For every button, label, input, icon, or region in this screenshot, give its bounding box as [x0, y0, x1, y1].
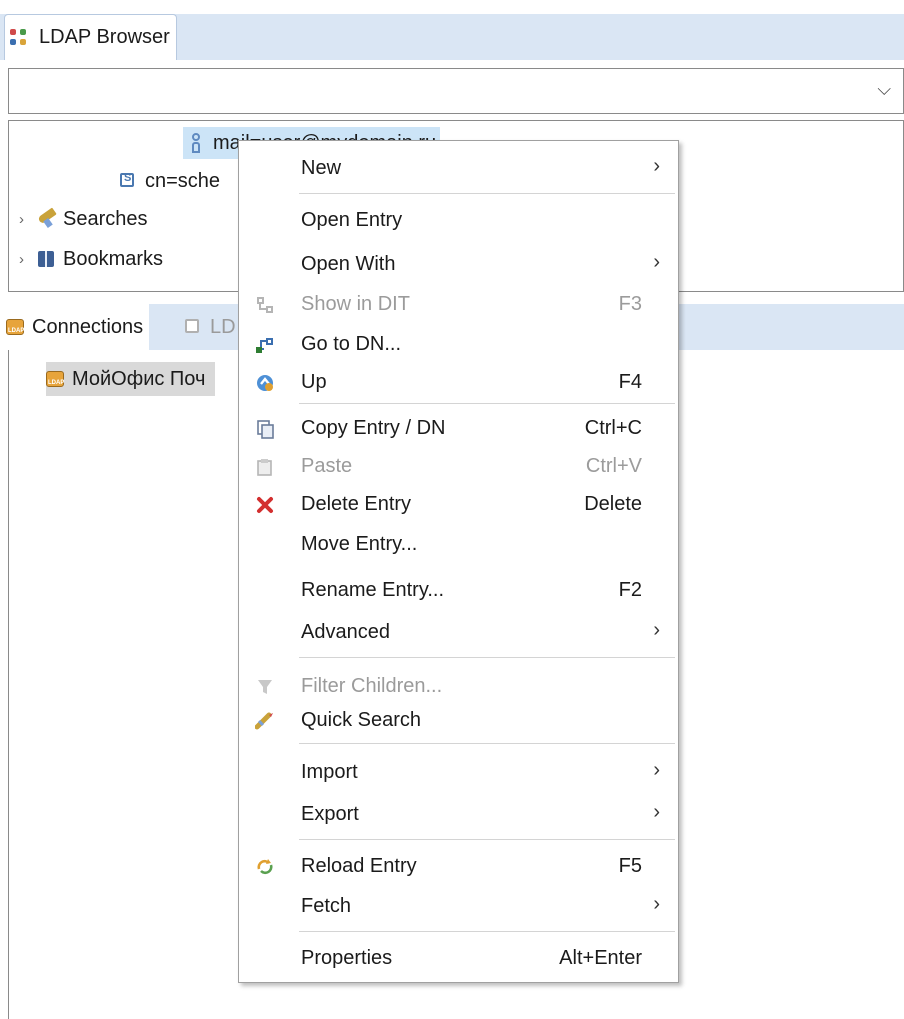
context-menu: New › Open Entry Open With › Show in DIT…	[238, 140, 679, 983]
menu-item-shortcut: Alt+Enter	[559, 947, 642, 969]
menu-item-fetch[interactable]: Fetch ›	[239, 887, 678, 927]
up-icon	[255, 373, 275, 393]
ldap-browser-icon	[9, 28, 29, 48]
menu-item-label: Open Entry	[301, 209, 403, 231]
expand-icon[interactable]: ›	[19, 211, 37, 228]
menu-item-label: Move Entry...	[301, 533, 418, 555]
tab-ldap-browser[interactable]: LDAP Browser	[4, 14, 177, 60]
go-to-dn-icon	[255, 335, 275, 355]
menu-item-show-in-dit[interactable]: Show in DIT F3	[239, 285, 678, 325]
menu-item-properties[interactable]: Properties Alt+Enter	[239, 939, 678, 979]
submenu-arrow-icon: ›	[653, 759, 660, 781]
tree-item-bookmarks-label: Bookmarks	[63, 247, 164, 270]
submenu-arrow-icon: ›	[653, 619, 660, 641]
menu-item-label: Quick Search	[301, 709, 422, 731]
tree-item-searches[interactable]: › Searches	[19, 203, 148, 235]
menu-item-shortcut: Ctrl+C	[584, 417, 642, 439]
menu-item-label: New	[301, 157, 342, 179]
expand-icon[interactable]: ›	[19, 251, 37, 268]
menu-item-reload-entry[interactable]: Reload Entry F5	[239, 847, 678, 887]
menu-item-shortcut: F4	[618, 371, 642, 393]
menu-item-move-entry[interactable]: Move Entry...	[239, 525, 678, 565]
submenu-arrow-icon: ›	[653, 801, 660, 823]
tab-ldap-servers-label: LD	[210, 315, 236, 338]
tab-ldap-servers[interactable]: LD	[178, 304, 242, 350]
tree-item-bookmarks[interactable]: › Bookmarks	[19, 243, 163, 275]
connections-icon	[6, 317, 26, 337]
menu-item-new[interactable]: New ›	[239, 149, 678, 189]
tree-item-searches-label: Searches	[63, 207, 148, 230]
menu-item-label: Go to DN...	[301, 333, 402, 355]
menu-item-paste[interactable]: Paste Ctrl+V	[239, 447, 678, 487]
menu-item-label: Paste	[301, 455, 353, 477]
menu-separator	[299, 931, 675, 932]
menu-item-label: Properties	[301, 947, 393, 969]
menu-item-shortcut: Ctrl+V	[585, 455, 642, 477]
menu-item-open-entry[interactable]: Open Entry	[239, 201, 678, 241]
menu-item-label: Export	[301, 803, 359, 825]
menu-item-label: Advanced	[301, 621, 390, 643]
menu-item-label: Reload Entry	[301, 855, 417, 877]
menu-separator	[299, 743, 675, 744]
menu-item-label: Rename Entry...	[301, 579, 445, 601]
menu-item-label: Show in DIT	[301, 293, 410, 315]
ldap-connection-icon	[46, 369, 66, 389]
menu-item-delete-entry[interactable]: Delete Entry Delete	[239, 485, 678, 525]
quick-search-icon	[255, 711, 275, 731]
ldap-servers-icon	[184, 317, 204, 337]
menu-item-label: Delete Entry	[301, 493, 412, 515]
menu-item-label: Open With	[301, 253, 396, 275]
menu-item-label: Import	[301, 761, 358, 783]
searches-icon	[37, 207, 57, 229]
menu-item-label: Filter Children...	[301, 675, 443, 697]
connection-combo[interactable]: ⌵	[8, 68, 904, 114]
menu-item-go-to-dn[interactable]: Go to DN...	[239, 325, 678, 365]
menu-separator	[299, 839, 675, 840]
menu-item-up[interactable]: Up F4	[239, 363, 678, 403]
menu-item-label: Up	[301, 371, 327, 393]
tree-item-schema-label: cn=sche	[145, 169, 221, 192]
menu-item-shortcut: F3	[618, 293, 642, 315]
schema-icon: S	[119, 171, 139, 191]
menu-item-label: Fetch	[301, 895, 352, 917]
paste-icon	[255, 457, 275, 477]
show-in-dit-icon	[255, 295, 275, 315]
submenu-arrow-icon: ›	[653, 155, 660, 177]
tree-item-schema[interactable]: S cn=sche	[119, 165, 220, 197]
menu-item-shortcut: F5	[618, 855, 642, 877]
bookmarks-icon	[37, 249, 57, 269]
person-icon	[187, 133, 207, 153]
submenu-arrow-icon: ›	[653, 893, 660, 915]
reload-icon	[255, 857, 275, 877]
chevron-down-icon[interactable]: ⌵	[877, 79, 891, 100]
tab-connections-label: Connections	[32, 315, 144, 338]
tab-ldap-browser-label: LDAP Browser	[39, 26, 170, 48]
delete-icon	[255, 495, 275, 515]
menu-item-copy-entry[interactable]: Copy Entry / DN Ctrl+C	[239, 409, 678, 449]
menu-item-import[interactable]: Import ›	[239, 753, 678, 793]
menu-item-quick-search[interactable]: Quick Search	[239, 701, 678, 741]
menu-item-shortcut: F2	[618, 579, 642, 601]
filter-icon	[255, 677, 275, 697]
menu-item-advanced[interactable]: Advanced ›	[239, 613, 678, 653]
menu-separator	[299, 657, 675, 658]
menu-separator	[299, 193, 675, 194]
menu-item-rename-entry[interactable]: Rename Entry... F2	[239, 571, 678, 611]
submenu-arrow-icon: ›	[653, 251, 660, 273]
menu-item-shortcut: Delete	[584, 493, 642, 515]
tab-connections[interactable]: Connections	[0, 304, 150, 350]
menu-separator	[299, 403, 675, 404]
connection-item-label: МойОфис Поч	[72, 367, 206, 390]
menu-item-export[interactable]: Export ›	[239, 795, 678, 835]
connection-item[interactable]: МойОфис Поч	[46, 362, 216, 396]
menu-item-open-with[interactable]: Open With ›	[239, 245, 678, 285]
copy-icon	[255, 419, 275, 439]
menu-item-label: Copy Entry / DN	[301, 417, 446, 439]
